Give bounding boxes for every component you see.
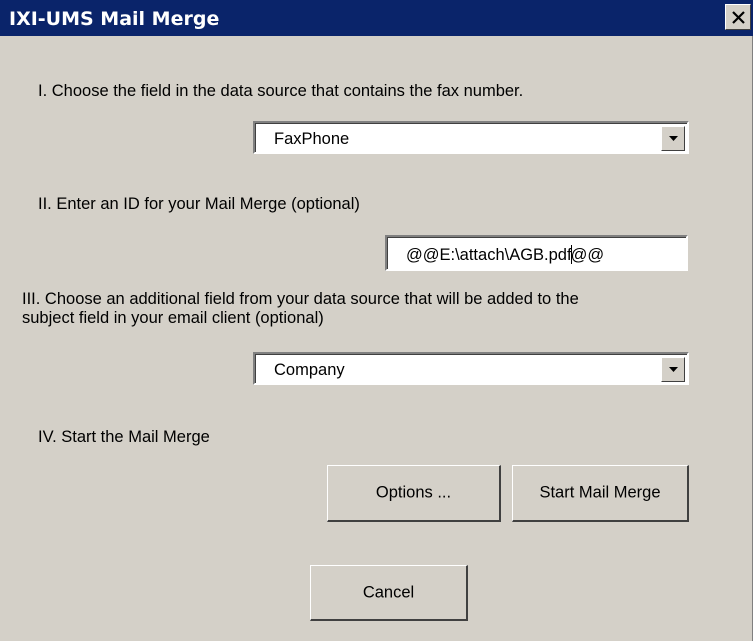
chevron-down-icon: [669, 136, 678, 141]
start-mail-merge-button[interactable]: Start Mail Merge: [512, 465, 689, 522]
close-button[interactable]: [725, 4, 751, 30]
merge-id-value: @@E:\attach\AGB.pdf@@: [406, 245, 604, 265]
step2-label: II. Enter an ID for your Mail Merge (opt…: [38, 195, 360, 213]
subject-field-value: Company: [274, 361, 345, 379]
subject-field-dropdown[interactable]: Company: [253, 352, 689, 385]
chevron-down-icon: [669, 367, 678, 372]
merge-id-text-before-caret: @@E:\attach\AGB.pdf: [406, 246, 572, 264]
options-button-label: Options ...: [375, 483, 452, 502]
dropdown-button[interactable]: [661, 357, 685, 382]
title-bar[interactable]: IXI-UMS Mail Merge: [0, 0, 753, 36]
cancel-button[interactable]: Cancel: [310, 565, 468, 621]
mail-merge-dialog: IXI-UMS Mail Merge I. Choose the field i…: [0, 0, 753, 641]
fax-number-field-dropdown[interactable]: FaxPhone: [253, 121, 689, 154]
step3-label-line2: subject field in your email client (opti…: [22, 309, 324, 327]
merge-id-text-after-caret: @@: [570, 246, 605, 264]
step1-label: I. Choose the field in the data source t…: [38, 82, 524, 100]
dropdown-button[interactable]: [661, 126, 685, 151]
close-icon: [732, 11, 745, 24]
cancel-button-label: Cancel: [362, 583, 415, 601]
options-button[interactable]: Options ...: [327, 465, 501, 522]
step3-label-line1: III. Choose an additional field from you…: [22, 290, 579, 308]
fax-field-value: FaxPhone: [274, 130, 350, 148]
merge-id-input[interactable]: @@E:\attach\AGB.pdf@@: [385, 235, 688, 271]
step4-label: IV. Start the Mail Merge: [38, 428, 210, 446]
window-title: IXI-UMS Mail Merge: [9, 8, 220, 30]
start-mail-merge-label: Start Mail Merge: [539, 483, 661, 502]
